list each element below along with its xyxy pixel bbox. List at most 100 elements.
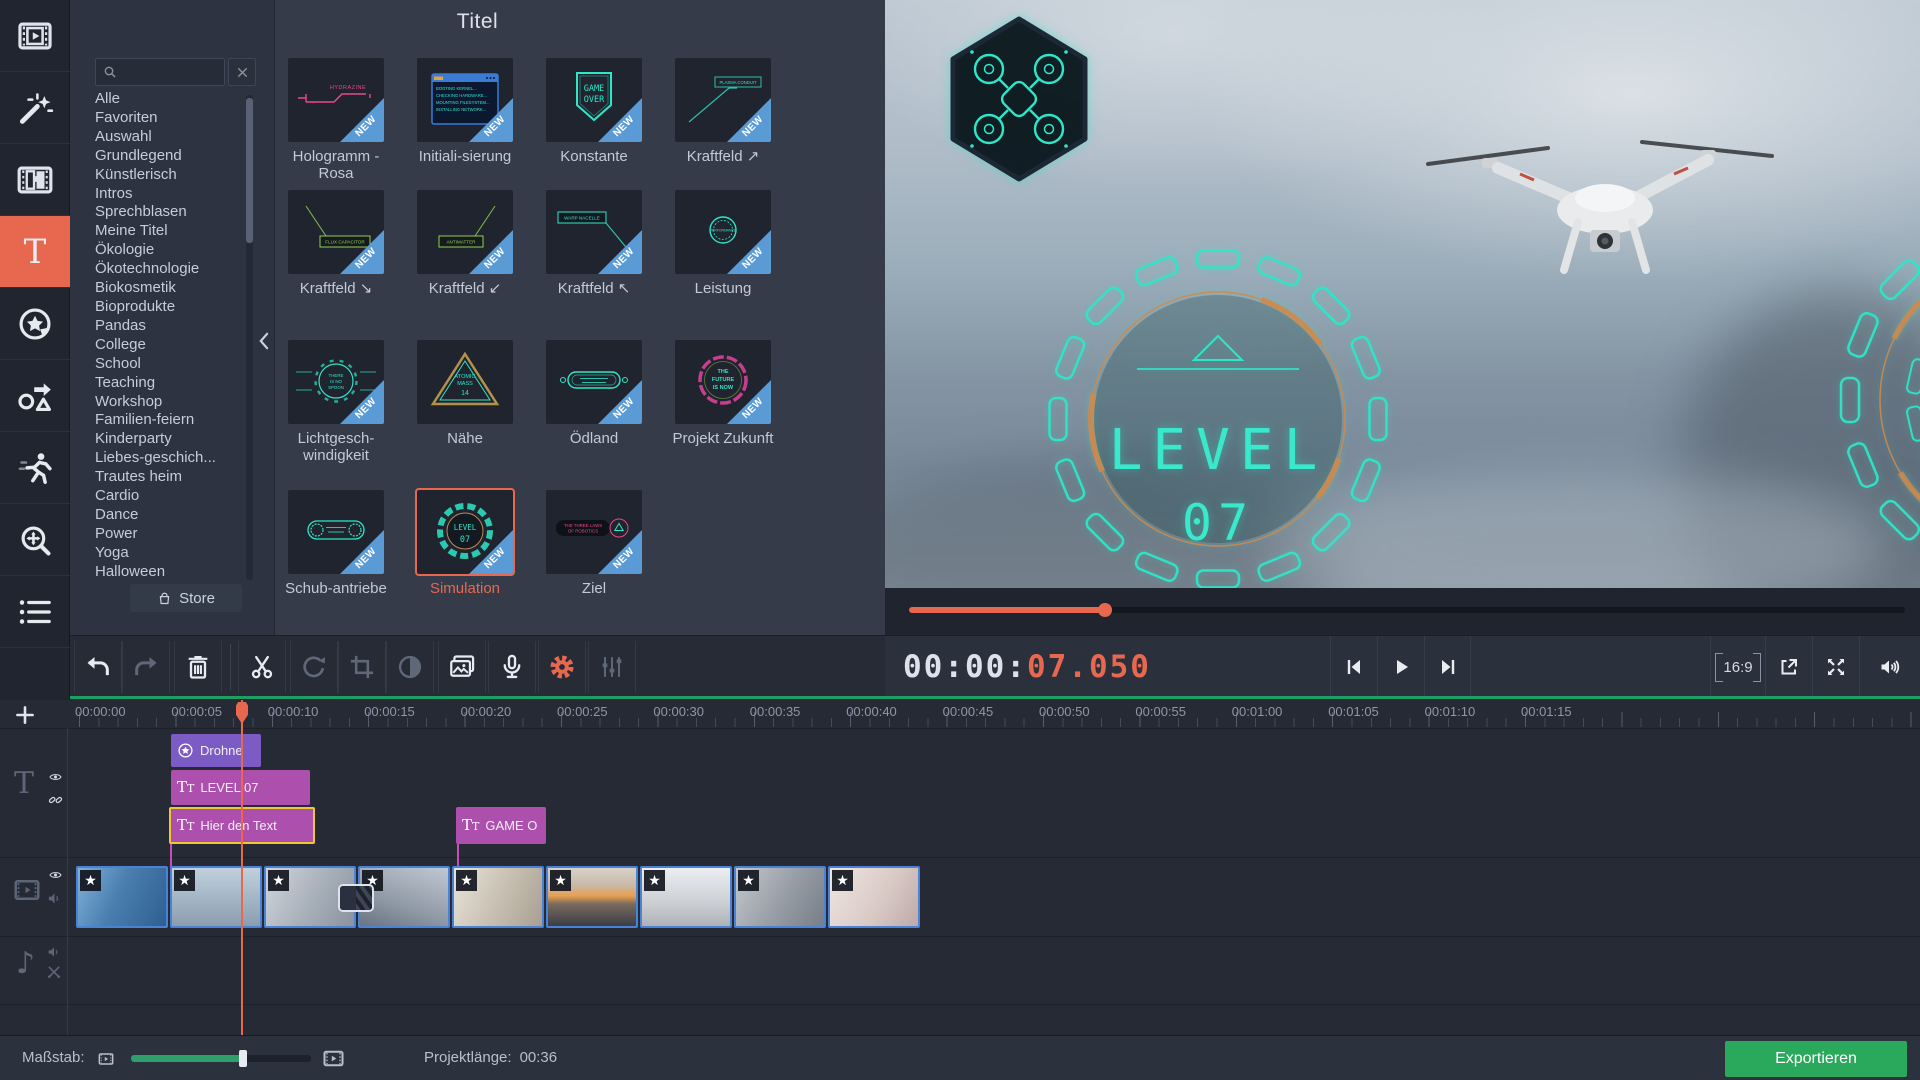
video-track-mute-icon[interactable] [45,890,64,907]
sidebar-item-transitions[interactable] [0,144,70,216]
delete-button[interactable] [174,641,222,693]
sidebar-item-titles[interactable]: T [0,216,70,288]
title-clip[interactable]: TTGAME O [456,807,546,844]
template-thumb[interactable]: NEW [546,340,642,424]
sidebar-item-more[interactable] [0,576,70,648]
timeline-zoom-handle[interactable] [239,1050,247,1067]
template-label[interactable]: Projekt Zukunft [665,430,781,447]
video-clip[interactable]: ★ [546,866,638,928]
template-label[interactable]: Kraftfeld ↙ [407,280,523,297]
template-thumb[interactable]: THEREIS NOSPOONNEW [288,340,384,424]
fullscreen-button[interactable] [1812,636,1859,698]
template-thumb[interactable]: ANTIMATTERNEW [417,190,513,274]
template-thumb[interactable]: GAMEOVERNEW [546,58,642,142]
template-thumb[interactable]: LEVEL07NEW [417,490,513,574]
sidebar-item-stickers[interactable] [0,288,70,360]
redo-button[interactable] [122,641,170,693]
template-label[interactable]: Konstante [536,148,652,165]
audio-track-unlink-icon[interactable] [46,964,62,980]
playhead-line[interactable] [241,700,243,1035]
export-button[interactable]: Exportieren [1725,1041,1907,1077]
previous-frame-button[interactable] [1330,636,1377,698]
template-thumb[interactable]: PERFORMANCENEW [675,190,771,274]
seek-bar[interactable] [909,607,1905,613]
sidebar-item-callouts[interactable] [0,360,70,432]
title-track-link-icon[interactable] [47,792,64,808]
split-button[interactable] [238,641,286,693]
category-item[interactable]: Yoga [95,544,235,563]
detach-player-button[interactable] [1765,636,1812,698]
settings-button[interactable] [538,641,586,693]
search-input[interactable] [95,58,225,86]
category-item[interactable]: Sprechblasen [95,203,235,222]
category-item[interactable]: Dance [95,506,235,525]
rotate-button[interactable] [290,641,338,693]
category-item[interactable]: Cardio [95,487,235,506]
category-item[interactable]: Meine Titel [95,222,235,241]
category-item[interactable]: Power [95,525,235,544]
category-item[interactable]: Ökotechnologie [95,260,235,279]
video-track-visibility-eye-icon[interactable] [47,868,64,882]
template-thumb[interactable]: PLASMA CONDUITNEW [675,58,771,142]
template-label[interactable]: Lichtgesch-windigkeit [278,430,394,464]
collapse-panel-button[interactable] [255,328,271,354]
category-item[interactable]: Pandas [95,317,235,336]
category-item[interactable]: Ökologie [95,241,235,260]
video-clip[interactable]: ★ [640,866,732,928]
template-label[interactable]: Initiali-sierung [407,148,523,165]
sidebar-item-pan-zoom[interactable] [0,504,70,576]
zoom-in-film-icon[interactable] [320,1045,347,1070]
category-item[interactable]: Auswahl [95,128,235,147]
video-clip[interactable]: ★ [76,866,168,928]
template-label[interactable]: Kraftfeld ↗ [665,148,781,165]
template-label[interactable]: Ziel [536,580,652,597]
properties-button[interactable] [588,641,636,693]
template-label[interactable]: Kraftfeld ↘ [278,280,394,297]
category-item[interactable]: College [95,336,235,355]
template-label[interactable]: Hologramm - Rosa [278,148,394,182]
category-item[interactable]: Workshop [95,393,235,412]
category-item[interactable]: Familien-feiern [95,411,235,430]
crop-button[interactable] [338,641,386,693]
clear-search-button[interactable] [228,58,256,86]
store-button[interactable]: Store [130,584,242,612]
template-label[interactable]: Simulation [407,580,523,597]
template-thumb[interactable]: ATOMICMASS14 [417,340,513,424]
template-thumb[interactable]: THE THREE LAWSOF ROBOTICSNEW [546,490,642,574]
play-button[interactable] [1377,636,1424,698]
category-item[interactable]: Kinderparty [95,430,235,449]
template-label[interactable]: Nähe [407,430,523,447]
slideshow-button[interactable] [438,641,486,693]
video-clip[interactable]: ★ [170,866,262,928]
template-label[interactable]: Leistung [665,280,781,297]
category-item[interactable]: Liebes-geschich... [95,449,235,468]
template-label[interactable]: Kraftfeld ↖ [536,280,652,297]
audio-track-mute-icon[interactable] [45,944,63,960]
title-clip[interactable]: Drohne [171,734,261,767]
transition-clip[interactable] [338,884,374,912]
category-item[interactable]: Favoriten [95,109,235,128]
category-item[interactable]: Alle [95,90,235,109]
timeline-zoom-slider[interactable] [131,1055,311,1062]
template-thumb[interactable]: NEW [288,490,384,574]
video-clip[interactable]: ★ [452,866,544,928]
category-item[interactable]: School [95,355,235,374]
sidebar-item-motion[interactable] [0,432,70,504]
undo-button[interactable] [74,641,122,693]
category-item[interactable]: Halloween [95,563,235,582]
template-label[interactable]: Ödland [536,430,652,447]
category-scrollbar-thumb[interactable] [246,98,253,243]
category-item[interactable]: Biokosmetik [95,279,235,298]
template-thumb[interactable]: HYDRAZINENEW [288,58,384,142]
category-item[interactable]: Bioprodukte [95,298,235,317]
category-item[interactable]: Grundlegend [95,147,235,166]
video-clip[interactable]: ★ [734,866,826,928]
template-thumb[interactable]: FLUX CAPACITORNEW [288,190,384,274]
category-item[interactable]: Künstlerisch [95,166,235,185]
template-thumb[interactable]: WARP NACELLENEW [546,190,642,274]
category-item[interactable]: Trautes heim [95,468,235,487]
template-thumb[interactable]: BOOTING KERNEL...CHECKING HARDWARE...MOU… [417,58,513,142]
next-frame-button[interactable] [1424,636,1471,698]
add-track-button[interactable] [12,702,38,728]
sidebar-item-filters[interactable] [0,72,70,144]
